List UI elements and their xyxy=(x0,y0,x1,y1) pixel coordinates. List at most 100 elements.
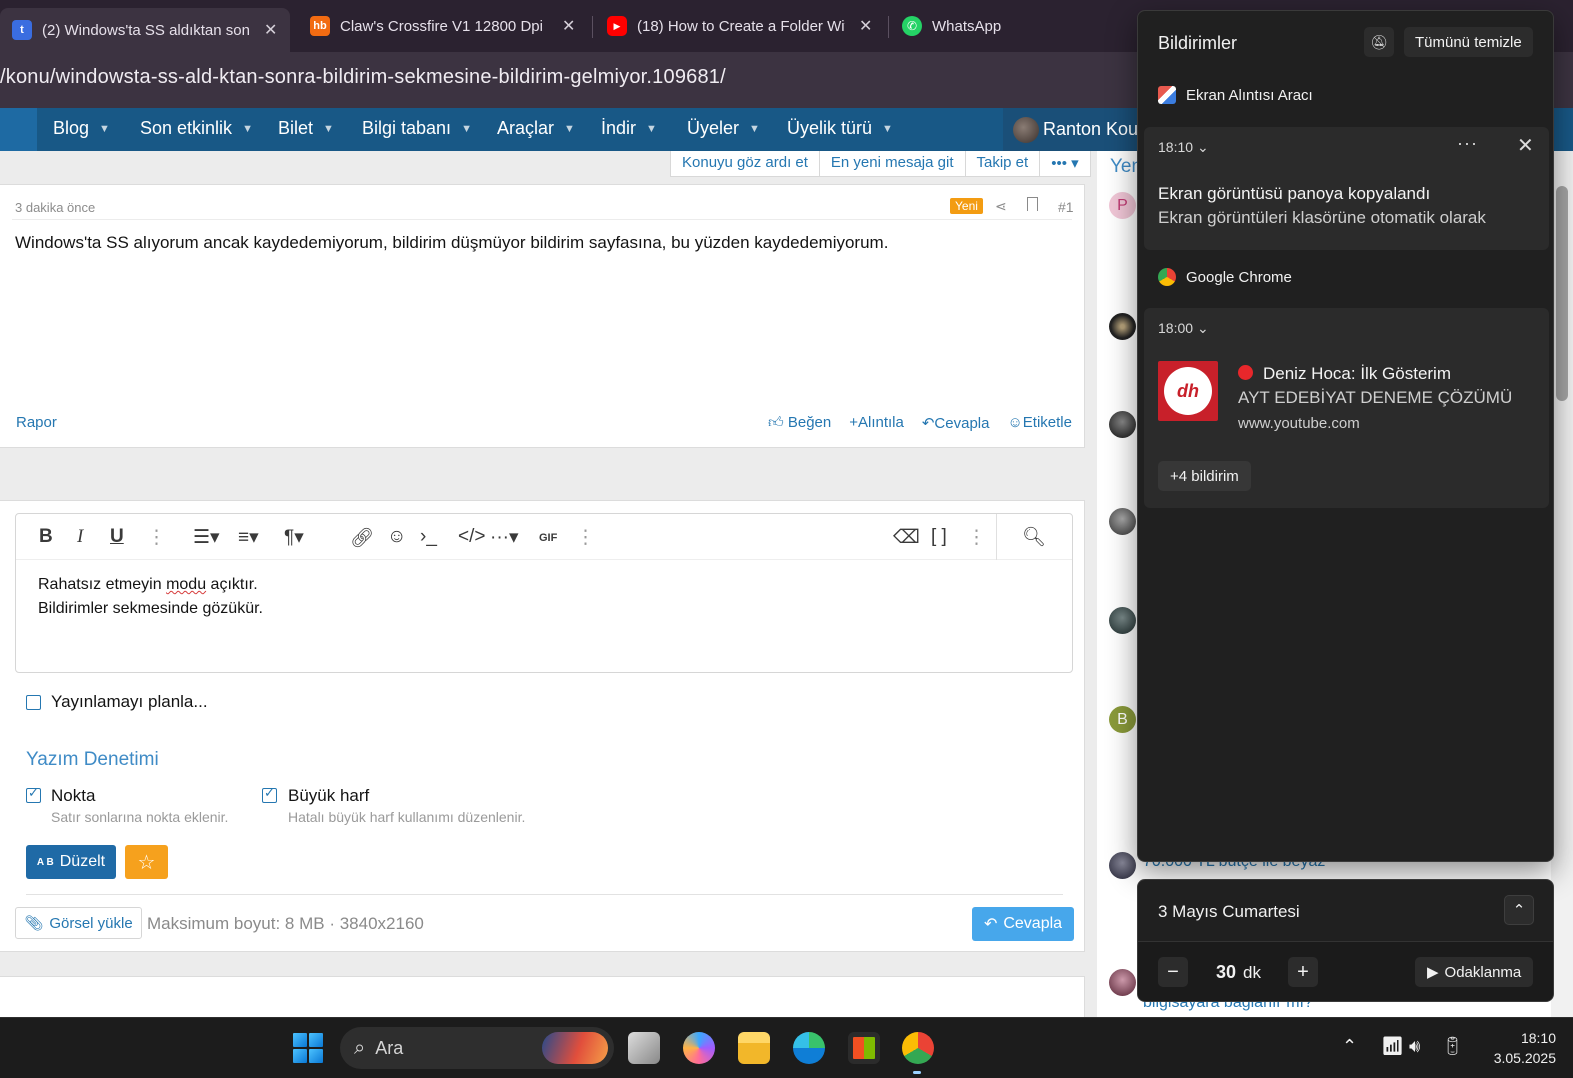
nav-item-bilgi-tabani[interactable]: Bilgi tabanı ▼ xyxy=(362,118,472,139)
like-button[interactable]: 👍︎ Beğen xyxy=(768,414,831,432)
avatar[interactable]: B xyxy=(1109,706,1136,733)
rich-text-editor[interactable]: B I U ⋮ ☰▾ ≡▾ ¶▾ 🔗︎ ☺ ›_ </> ···▾ GIF ⋮ … xyxy=(15,513,1073,673)
schedule-checkbox[interactable] xyxy=(26,695,41,710)
avatar[interactable] xyxy=(1109,852,1136,879)
copilot-icon[interactable] xyxy=(683,1032,715,1064)
system-clock[interactable]: 18:10 3.05.2025 xyxy=(1474,1028,1556,1068)
avatar[interactable] xyxy=(1109,508,1136,535)
close-tab-icon[interactable]: ✕ xyxy=(264,20,277,40)
report-link[interactable]: Rapor xyxy=(16,414,57,431)
jump-newest-button[interactable]: En yeni mesaja git xyxy=(820,151,966,176)
post-number[interactable]: #1 xyxy=(1058,199,1074,215)
nav-item-bilet[interactable]: Bilet ▼ xyxy=(278,118,334,139)
more-vertical-icon[interactable]: ⋮ xyxy=(576,526,595,549)
nav-item-uyelik-turu[interactable]: Üyelik türü ▼ xyxy=(787,118,893,139)
bookmark-icon[interactable] xyxy=(1027,197,1038,211)
chevron-down-icon[interactable]: ▼ xyxy=(461,123,472,135)
underline-icon[interactable]: U xyxy=(110,526,124,548)
more-vertical-icon[interactable]: ⋮ xyxy=(147,526,166,549)
ignore-thread-button[interactable]: Konuyu göz ardı et xyxy=(671,151,820,176)
avatar[interactable] xyxy=(1109,969,1136,996)
paragraph-icon[interactable]: ¶▾ xyxy=(284,526,304,549)
brackets-icon[interactable]: [ ] xyxy=(931,526,947,548)
bold-icon[interactable]: B xyxy=(39,526,53,548)
chevron-down-icon[interactable]: ▼ xyxy=(646,123,657,135)
avatar[interactable]: P xyxy=(1109,192,1136,219)
battery-icon[interactable]: 🔋︎ xyxy=(1441,1036,1464,1057)
more-vertical-icon[interactable]: ⋮ xyxy=(967,526,986,549)
close-tab-icon[interactable]: ✕ xyxy=(562,16,575,36)
tab-windows-ss[interactable]: t (2) Windows'ta SS aldıktan sonr ✕ xyxy=(0,8,290,52)
increase-focus-button[interactable]: + xyxy=(1288,957,1318,987)
code-inline-icon[interactable]: ›_ xyxy=(420,526,437,548)
period-checkbox[interactable] xyxy=(26,785,41,803)
chevron-down-icon[interactable]: ▼ xyxy=(323,123,334,135)
chevron-down-icon[interactable]: ▼ xyxy=(242,123,253,135)
follow-button[interactable]: Takip et xyxy=(966,151,1041,176)
chevron-up-icon[interactable]: ⌃ xyxy=(1342,1036,1357,1057)
start-focus-button[interactable]: ▶ Odaklanma xyxy=(1415,957,1534,987)
more-notifications-button[interactable]: +4 bildirim xyxy=(1158,461,1251,491)
do-not-disturb-button[interactable]: 🔕︎ xyxy=(1364,27,1394,57)
share-icon[interactable]: ⋖ xyxy=(995,198,1007,215)
task-view-icon[interactable] xyxy=(628,1032,660,1064)
microsoft-store-icon[interactable] xyxy=(848,1032,880,1064)
more-icon[interactable]: ··· xyxy=(1457,133,1478,154)
taskbar-search[interactable]: ⌕ Ara xyxy=(340,1027,614,1069)
scrollbar-thumb[interactable] xyxy=(1556,186,1568,401)
tab-whatsapp[interactable]: ✆ WhatsApp xyxy=(890,6,1090,46)
close-tab-icon[interactable]: ✕ xyxy=(859,16,872,36)
wifi-icon[interactable]: 📶︎ xyxy=(1381,1036,1404,1057)
tag-button[interactable]: ☺Etiketle xyxy=(1007,414,1072,432)
notification-card-screenshot[interactable]: 18:10 ⌄ ··· ✕ Ekran görüntüsü panoya kop… xyxy=(1144,127,1549,250)
italic-icon[interactable]: I xyxy=(77,526,83,548)
avatar[interactable] xyxy=(1109,411,1136,438)
spellcheck-flagged-word[interactable]: modu xyxy=(166,576,206,593)
nav-home-stub[interactable] xyxy=(0,108,37,151)
windows-start-icon[interactable] xyxy=(293,1033,323,1063)
file-explorer-icon[interactable] xyxy=(738,1032,770,1064)
schedule-label[interactable]: Yayınlamayı planla... xyxy=(51,692,208,712)
nav-item-araclar[interactable]: Araçlar ▼ xyxy=(497,118,575,139)
tab-youtube-folder[interactable]: ▶ (18) How to Create a Folder Wit ✕ xyxy=(595,6,885,46)
editor-content[interactable]: Rahatsız etmeyin modu açıktır. Bildiriml… xyxy=(38,573,263,621)
decrease-focus-button[interactable]: − xyxy=(1158,957,1188,987)
expand-calendar-button[interactable]: ⌃ xyxy=(1504,895,1534,925)
scrollbar[interactable] xyxy=(1551,151,1573,1017)
smiley-icon[interactable]: ☺ xyxy=(387,526,406,548)
url-text[interactable]: /konu/windowsta-ss-ald-ktan-sonra-bildir… xyxy=(0,66,726,89)
upload-image-button[interactable]: 📎︎ Görsel yükle xyxy=(15,907,142,939)
fix-button[interactable]: A B Düzelt xyxy=(26,845,116,879)
tab-claws-crossfire[interactable]: hb Claw's Crossfire V1 12800 Dpi F ✕ xyxy=(298,6,588,46)
notification-card-youtube[interactable]: 18:00 ⌄ dh Deniz Hoca: İlk Gösterim AYT … xyxy=(1144,308,1549,508)
link-icon[interactable]: 🔗︎ xyxy=(350,526,374,550)
nav-item-blog[interactable]: Blog ▼ xyxy=(53,118,110,139)
gif-icon[interactable]: GIF xyxy=(539,532,557,544)
submit-reply-button[interactable]: ↶ Cevapla xyxy=(972,907,1074,941)
code-block-icon[interactable]: </> xyxy=(458,526,485,548)
more-options-icon[interactable]: ···▾ xyxy=(490,526,519,549)
chrome-icon[interactable] xyxy=(902,1032,934,1064)
star-button[interactable]: ☆ xyxy=(125,845,168,879)
list-icon[interactable]: ☰▾ xyxy=(193,526,220,549)
chevron-down-icon[interactable]: ▼ xyxy=(564,123,575,135)
nav-item-indir[interactable]: İndir ▼ xyxy=(601,118,657,139)
period-label[interactable]: Nokta xyxy=(51,786,95,806)
volume-icon[interactable]: 🔊︎ xyxy=(1409,1036,1420,1057)
edge-icon[interactable] xyxy=(793,1032,825,1064)
capitalization-checkbox[interactable] xyxy=(262,785,277,803)
chevron-down-icon[interactable]: ▼ xyxy=(99,123,110,135)
capitalization-label[interactable]: Büyük harf xyxy=(288,786,369,806)
clear-all-button[interactable]: Tümünü temizle xyxy=(1404,27,1533,57)
nav-item-uyeler[interactable]: Üyeler ▼ xyxy=(687,118,760,139)
notification-time[interactable]: 18:00 ⌄ xyxy=(1158,320,1209,337)
reply-link[interactable]: ↶Cevapla xyxy=(922,414,990,432)
notification-time[interactable]: 18:10 ⌄ xyxy=(1158,139,1209,156)
avatar[interactable] xyxy=(1109,607,1136,634)
nav-item-son-etkinlik[interactable]: Son etkinlik ▼ xyxy=(140,118,253,139)
align-icon[interactable]: ≡▾ xyxy=(238,526,259,549)
preview-button[interactable]: 🔍︎ xyxy=(996,514,1072,560)
post-timestamp[interactable]: 3 dakika önce xyxy=(15,200,95,215)
chevron-down-icon[interactable]: ▼ xyxy=(882,123,893,135)
quote-button[interactable]: +Alıntıla xyxy=(849,414,904,432)
